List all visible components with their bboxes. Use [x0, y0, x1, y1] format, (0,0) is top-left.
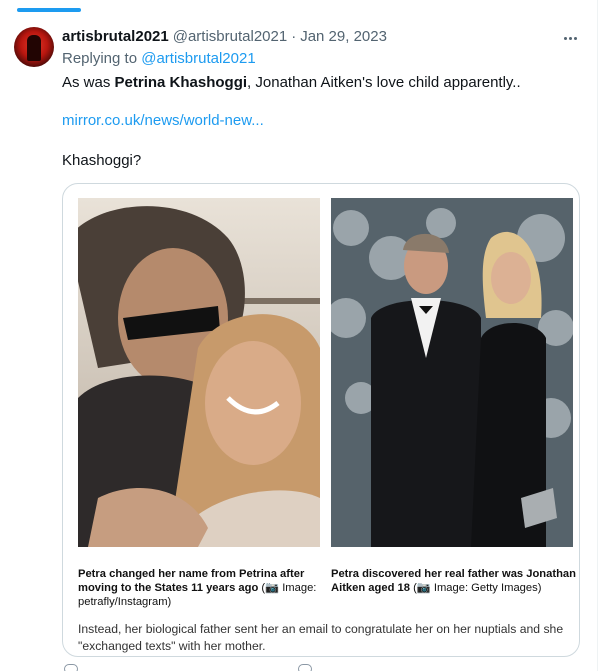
- like-icon[interactable]: [298, 664, 312, 671]
- tweet-text-after: , Jonathan Aitken's love child apparentl…: [247, 74, 521, 91]
- replying-mention[interactable]: @artisbrutal2021: [141, 50, 255, 67]
- column-divider: [597, 0, 598, 671]
- more-button[interactable]: [558, 28, 582, 48]
- more-icon-dot: [568, 36, 572, 40]
- user-handle[interactable]: @artisbrutal2021: [173, 28, 287, 45]
- photo-father-daughter-art: [331, 198, 573, 547]
- avatar-figure: [27, 35, 41, 61]
- tweet-date[interactable]: Jan 29, 2023: [300, 28, 387, 45]
- tweet-link[interactable]: mirror.co.uk/news/world-new...: [62, 112, 264, 129]
- more-icon: [563, 36, 567, 40]
- tweet-text: As was Petrina Khashoggi, Jonathan Aitke…: [62, 73, 521, 93]
- tweet-text-second: Khashoggi?: [62, 152, 142, 169]
- tab-indicator: [17, 8, 81, 12]
- caption-right: Petra discovered her real father was Jon…: [331, 567, 577, 595]
- camera-icon: 📷: [416, 582, 431, 594]
- replying-prefix: Replying to: [62, 50, 138, 67]
- replying-to: Replying to @artisbrutal2021: [62, 50, 256, 67]
- separator-dot: ·: [291, 28, 297, 45]
- tweet-text-bold: Petrina Khashoggi: [114, 74, 248, 91]
- photo-father-daughter: [331, 198, 573, 547]
- article-text: Instead, her biological father sent her …: [78, 622, 564, 653]
- reply-icon[interactable]: [64, 664, 78, 671]
- more-icon-dot: [573, 36, 577, 40]
- media-card[interactable]: Petra changed her name from Petrina afte…: [62, 183, 580, 657]
- tweet-header: artisbrutal2021 @artisbrutal2021 · Jan 2…: [62, 28, 387, 45]
- display-name[interactable]: artisbrutal2021: [62, 28, 169, 45]
- avatar[interactable]: [14, 27, 54, 67]
- caption-right-open: (: [409, 582, 417, 594]
- caption-left: Petra changed her name from Petrina afte…: [78, 567, 324, 609]
- photo-couple-selfie-art: [78, 198, 320, 547]
- photo-couple-selfie: [78, 198, 320, 547]
- caption-right-credit: Image: Getty Images): [430, 582, 542, 594]
- tweet-text-before: As was: [62, 74, 115, 91]
- camera-icon: 📷: [265, 582, 280, 594]
- action-bar: [62, 664, 562, 671]
